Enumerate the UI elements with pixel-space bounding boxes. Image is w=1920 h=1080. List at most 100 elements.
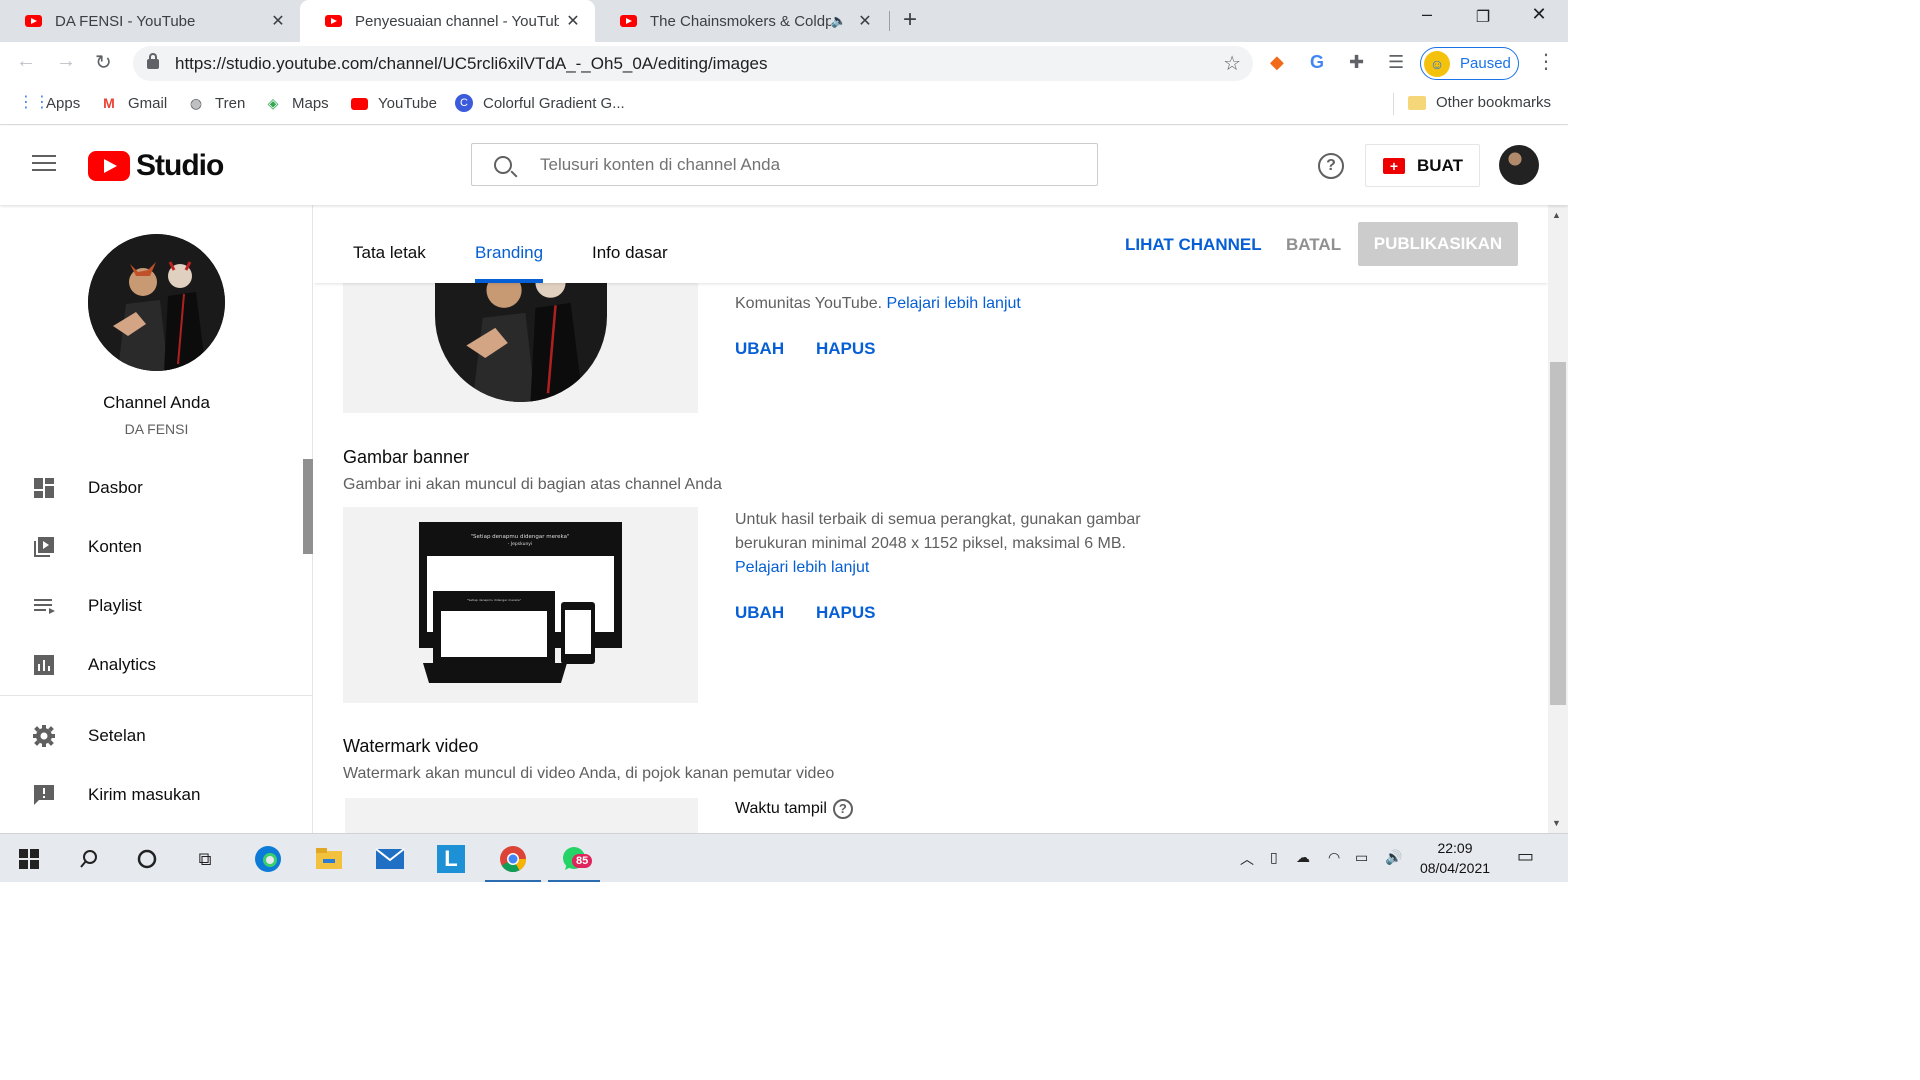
browser-tab-penyesuaian[interactable]: Penyesuaian channel - YouTube Studio ✕ <box>300 0 595 42</box>
display-time-label: Waktu tampil <box>735 800 827 817</box>
globe-icon: ◍ <box>189 95 203 111</box>
profile-learn-more-link[interactable]: Pelajari lebih lanjut <box>887 295 1021 312</box>
chevron-up-icon[interactable]: ︿ <box>1240 849 1254 869</box>
page-scrollbar-thumb[interactable] <box>1550 362 1566 705</box>
bookmark-other[interactable]: Other bookmarks <box>1408 94 1551 111</box>
publish-button[interactable]: PUBLIKASIKAN <box>1358 222 1518 266</box>
sidebar-item-dasbor[interactable]: Dasbor <box>0 463 313 513</box>
bookmarks-bar: ⋮⋮ Apps M Gmail ◍ Tren ◈ Maps YouTube C … <box>0 85 1568 125</box>
channel-photo-illustration <box>88 234 225 371</box>
bookmark-label: YouTube <box>378 94 437 112</box>
youtube-favicon-icon <box>25 15 42 27</box>
browser-tab-chainsmokers[interactable]: The Chainsmokers & Coldplay 🔈 ✕ <box>595 0 887 42</box>
c-logo-icon: C <box>455 94 473 112</box>
banner-section-title: Gambar banner <box>343 447 470 467</box>
media-control-icon[interactable]: ☰ <box>1388 52 1404 73</box>
close-icon[interactable]: ✕ <box>851 11 879 31</box>
profile-remove-button[interactable]: HAPUS <box>816 339 876 359</box>
google-translate-icon[interactable]: G <box>1310 52 1324 73</box>
wifi-icon[interactable]: ◠ <box>1328 849 1340 866</box>
profile-change-button[interactable]: UBAH <box>735 339 784 359</box>
window-close-button[interactable]: ✕ <box>1514 4 1564 25</box>
task-view-icon[interactable]: ⧉ <box>188 842 222 876</box>
restore-button[interactable]: ❐ <box>1458 7 1508 27</box>
back-arrow-icon[interactable]: ← <box>16 50 36 73</box>
mail-icon[interactable] <box>373 842 407 876</box>
tab-tata-letak[interactable]: Tata letak <box>353 243 426 263</box>
content-icon <box>32 535 56 559</box>
volume-icon[interactable]: 🔊 <box>1385 849 1402 866</box>
tab-branding[interactable]: Branding <box>475 243 543 263</box>
create-video-icon: + <box>1383 157 1405 174</box>
cancel-button[interactable]: BATAL <box>1286 235 1341 255</box>
tab-info-dasar[interactable]: Info dasar <box>592 243 668 263</box>
sidebar-item-setelan[interactable]: Setelan <box>0 711 313 761</box>
cortana-icon[interactable] <box>130 842 164 876</box>
banner-change-button[interactable]: UBAH <box>735 603 784 623</box>
sidebar-scrollbar-thumb[interactable] <box>303 459 313 554</box>
close-icon[interactable]: ✕ <box>264 11 292 31</box>
whatsapp-icon[interactable]: 85 <box>558 842 593 876</box>
youtube-studio-logo[interactable]: Studio <box>88 149 224 183</box>
help-icon[interactable]: ? <box>1318 153 1344 179</box>
account-avatar[interactable] <box>1499 145 1539 185</box>
onedrive-cloud-icon[interactable]: ☁ <box>1296 849 1310 866</box>
sidebar-divider <box>0 695 313 696</box>
bookmark-maps[interactable]: ◈ Maps <box>264 94 329 112</box>
reload-icon[interactable]: ↻ <box>95 50 112 75</box>
hamburger-menu-icon[interactable] <box>32 155 56 173</box>
bookmark-gmail[interactable]: M Gmail <box>100 94 167 112</box>
search-box[interactable] <box>471 143 1098 186</box>
banner-learn-more-link[interactable]: Pelajari lebih lanjut <box>735 559 869 576</box>
close-icon[interactable]: ✕ <box>559 11 587 31</box>
sidebar-item-konten[interactable]: Konten <box>0 522 313 572</box>
sidebar-item-kirim-masukan[interactable]: Kirim masukan <box>0 770 313 820</box>
bookmark-apps[interactable]: ⋮⋮ Apps <box>18 94 80 112</box>
sidebar-item-playlist[interactable]: Playlist <box>0 581 313 631</box>
lock-icon[interactable] <box>147 52 159 69</box>
create-button[interactable]: + BUAT <box>1365 144 1480 187</box>
bookmark-star-icon[interactable]: ☆ <box>1223 51 1241 76</box>
sidebar-item-analytics[interactable]: Analytics <box>0 640 313 690</box>
scroll-down-arrow-icon[interactable]: ▼ <box>1552 818 1561 828</box>
bookmark-tren[interactable]: ◍ Tren <box>187 94 245 112</box>
battery-icon[interactable]: ▭ <box>1355 849 1368 866</box>
l-app-icon[interactable]: L <box>434 842 468 876</box>
view-channel-button[interactable]: LIHAT CHANNEL <box>1125 235 1262 255</box>
browser-tab-da-fensi[interactable]: DA FENSI - YouTube ✕ <box>0 0 300 42</box>
youtube-favicon-icon <box>620 15 637 27</box>
file-explorer-icon[interactable] <box>312 842 346 876</box>
bookmark-label: Colorful Gradient G... <box>483 94 625 112</box>
chrome-icon[interactable] <box>496 842 530 876</box>
new-tab-button[interactable]: + <box>903 6 917 34</box>
url-text[interactable]: https://studio.youtube.com/channel/UC5rc… <box>175 54 1223 74</box>
address-bar[interactable]: https://studio.youtube.com/channel/UC5rc… <box>133 46 1253 81</box>
profile-paused-button[interactable]: ☺ Paused <box>1420 47 1519 80</box>
banner-author-text: - Jepskunyi <box>508 541 532 547</box>
device-icon[interactable]: ▯ <box>1270 849 1278 866</box>
channel-avatar[interactable] <box>88 234 225 371</box>
banner-info-line2: berukuran minimal 2048 x 1152 piksel, ma… <box>735 535 1126 552</box>
bookmark-youtube[interactable]: YouTube <box>350 94 437 112</box>
banner-small-quote-text: "Setiap denapmu didengar mereka" <box>467 598 522 602</box>
search-icon[interactable] <box>494 155 512 174</box>
tab-title: Penyesuaian channel - YouTube Studio <box>355 12 559 30</box>
search-input[interactable] <box>540 154 1080 175</box>
edge-browser-icon[interactable] <box>251 842 285 876</box>
help-icon[interactable]: ? <box>832 799 853 819</box>
search-icon[interactable] <box>72 842 106 876</box>
notifications-icon[interactable]: ▭ <box>1517 846 1534 867</box>
extension-flame-icon[interactable]: ◆ <box>1270 52 1284 73</box>
clock-time: 22:09 <box>1437 840 1473 856</box>
minimize-button[interactable]: – <box>1402 4 1452 25</box>
chrome-menu-icon[interactable]: ⋮ <box>1536 49 1556 74</box>
browser-tab-strip: DA FENSI - YouTube ✕ Penyesuaian channel… <box>0 0 1568 42</box>
windows-start-icon[interactable] <box>12 842 46 876</box>
extensions-puzzle-icon[interactable]: ✚ <box>1349 52 1364 73</box>
banner-remove-button[interactable]: HAPUS <box>816 603 876 623</box>
bookmark-colorful-gradient[interactable]: C Colorful Gradient G... <box>455 94 625 112</box>
taskbar-clock[interactable]: 22:09 08/04/2021 <box>1415 838 1495 878</box>
speaker-icon[interactable]: 🔈 <box>831 13 847 29</box>
forward-arrow-icon[interactable]: → <box>56 50 76 73</box>
scroll-up-arrow-icon[interactable]: ▲ <box>1552 210 1561 220</box>
